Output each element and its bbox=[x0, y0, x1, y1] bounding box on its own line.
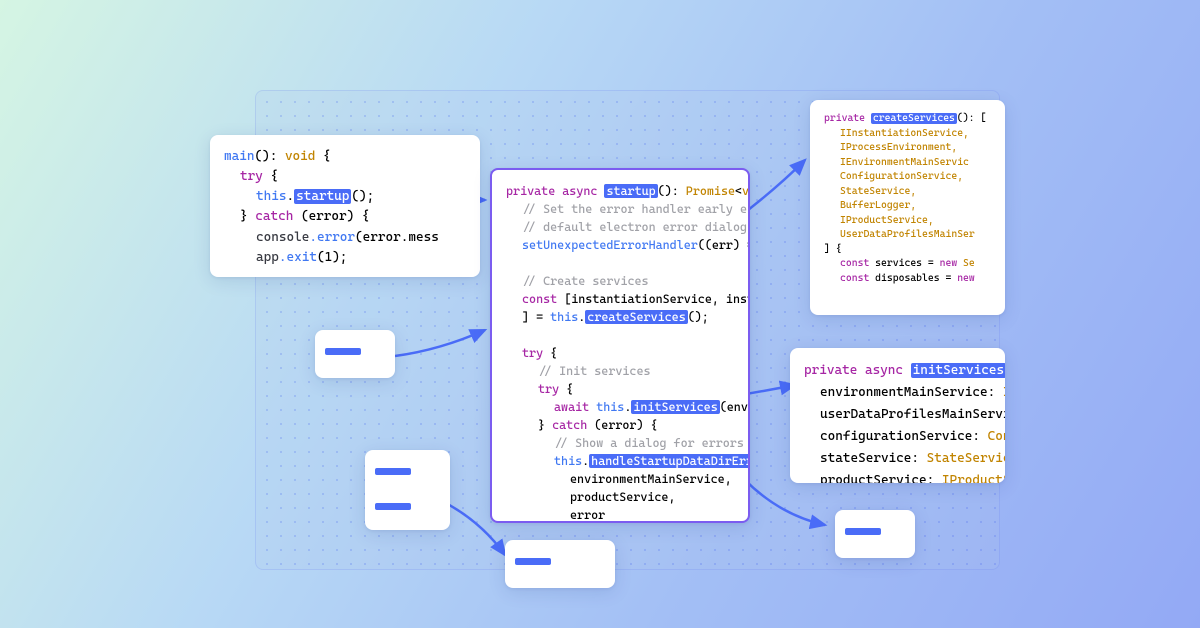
code-card-initservices[interactable]: private async initServices( environmentM… bbox=[790, 348, 1005, 483]
highlight-initservices-def: initServices bbox=[911, 363, 1005, 378]
highlight-initservices: initServices bbox=[631, 400, 719, 414]
mini-bar-icon bbox=[325, 348, 361, 355]
fn-main: main bbox=[224, 149, 254, 164]
mini-card-3[interactable] bbox=[505, 540, 615, 588]
highlight-startup: startup bbox=[294, 189, 351, 204]
highlight-createservices: createServices bbox=[585, 310, 687, 324]
highlight-startup-def: startup bbox=[604, 184, 657, 198]
mini-card-4[interactable] bbox=[835, 510, 915, 558]
mini-bar-icon bbox=[515, 558, 551, 565]
mini-bar-icon bbox=[375, 468, 411, 475]
mini-bar-icon bbox=[845, 528, 881, 535]
highlight-handleerror: handleStartupDataDirError bbox=[589, 454, 750, 468]
highlight-createservices-def: createServices bbox=[871, 113, 957, 124]
code-card-createservices[interactable]: private createServices(): [ IInstantiati… bbox=[810, 100, 1005, 315]
mini-card-2[interactable] bbox=[365, 450, 450, 530]
mini-bar-icon bbox=[375, 503, 411, 510]
mini-card-1[interactable] bbox=[315, 330, 395, 378]
code-card-main[interactable]: main(): void { try { this.startup(); } c… bbox=[210, 135, 480, 277]
code-card-startup[interactable]: private async startup(): Promise<void //… bbox=[490, 168, 750, 523]
